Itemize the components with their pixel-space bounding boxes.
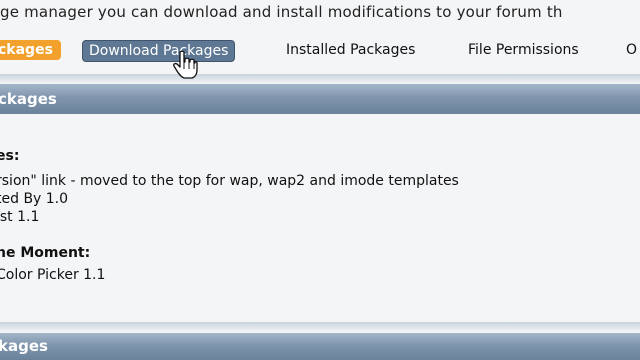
moment-line: Color Picker 1.1 bbox=[0, 267, 106, 283]
package-tabs: ckages Download Packages Installed Packa… bbox=[0, 38, 640, 64]
section-header-packages-2: kages bbox=[0, 333, 640, 360]
divider bbox=[0, 74, 640, 84]
hand-pointer-icon bbox=[173, 50, 198, 79]
section-header-packages: ckages bbox=[0, 84, 640, 114]
section-title: ckages bbox=[0, 90, 57, 108]
divider bbox=[0, 322, 640, 332]
intro-text: ge manager you can download and install … bbox=[0, 3, 563, 21]
tab-download-packages[interactable]: Download Packages bbox=[82, 40, 236, 62]
section-title: kages bbox=[0, 337, 48, 355]
moment-heading: he Moment: bbox=[0, 245, 91, 261]
tab-installed-packages[interactable]: Installed Packages bbox=[280, 40, 421, 60]
update-line: rsion" link - moved to the top for wap, … bbox=[0, 173, 459, 189]
updates-heading: es: bbox=[0, 148, 20, 164]
update-line: ted By 1.0 bbox=[0, 191, 69, 207]
update-line: ist 1.1 bbox=[0, 209, 40, 225]
tab-file-permissions[interactable]: File Permissions bbox=[462, 40, 585, 60]
tab-options[interactable]: O bbox=[620, 40, 640, 60]
tab-packages[interactable]: ckages bbox=[0, 40, 61, 60]
